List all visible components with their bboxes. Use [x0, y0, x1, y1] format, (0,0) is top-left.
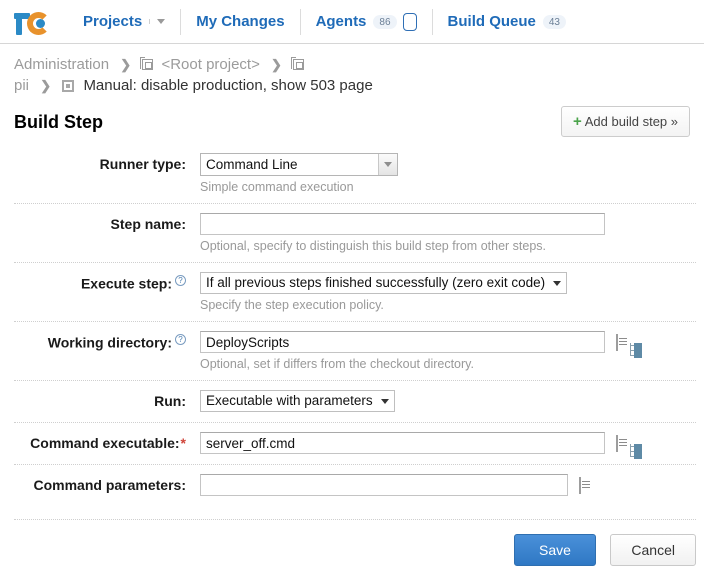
form-row-command-executable: Command executable:* — [14, 423, 696, 465]
agents-empty-badge[interactable] — [402, 12, 417, 31]
required-marker: * — [180, 435, 186, 451]
working-directory-control: Optional, set if differs from the checko… — [200, 331, 696, 371]
execute-step-select[interactable]: If all previous steps finished successfu… — [200, 272, 568, 294]
form-row-run: Run: Executable with parameters — [14, 381, 696, 423]
breadcrumb: Administration ❯ <Root project> ❯ pii ❯ … — [0, 44, 704, 100]
breadcrumb-build-config: Manual: disable production, show 503 pag… — [83, 77, 373, 94]
nav-items: Projects My Changes Agents 86 Build Queu… — [68, 0, 581, 43]
form-row-command-parameters: Command parameters: — [14, 465, 696, 507]
form-row-execute-step: Execute step:? If all previous steps fin… — [14, 263, 696, 322]
help-icon[interactable]: ? — [175, 334, 186, 345]
breadcrumb-separator: ❯ — [271, 57, 282, 72]
chevron-down-icon — [553, 280, 562, 286]
breadcrumb-line-2: pii ❯ Manual: disable production, show 5… — [14, 75, 704, 96]
chevron-down-icon — [157, 19, 166, 24]
execute-step-label: Execute step:? — [14, 272, 200, 292]
working-directory-input[interactable] — [200, 331, 605, 353]
working-directory-hint: Optional, set if differs from the checko… — [200, 357, 474, 371]
command-executable-label-text: Command executable: — [30, 435, 180, 451]
nav-item-agents[interactable]: Agents 86 — [301, 8, 433, 35]
command-parameters-control — [200, 474, 696, 496]
nav-link-agents[interactable]: Agents — [316, 13, 367, 30]
step-name-input[interactable] — [200, 213, 605, 235]
form-row-working-directory: Working directory:? Optional, set if dif… — [14, 322, 696, 381]
nav-link-projects[interactable]: Projects — [83, 13, 142, 30]
runner-type-dropdown-button[interactable] — [378, 154, 397, 175]
runner-type-hint: Simple command execution — [200, 180, 354, 194]
command-executable-control — [200, 432, 696, 459]
nav-item-my-changes[interactable]: My Changes — [181, 8, 301, 35]
command-parameters-input[interactable] — [200, 474, 568, 496]
breadcrumb-project-pii[interactable]: pii — [14, 77, 29, 94]
logo-t-stem — [16, 12, 22, 35]
runner-type-value: Command Line — [206, 157, 298, 172]
nav-link-build-queue[interactable]: Build Queue — [448, 13, 536, 30]
runner-type-control: Command Line Simple command execution — [200, 153, 696, 194]
command-executable-label: Command executable:* — [14, 432, 200, 451]
execute-step-hint: Specify the step execution policy. — [200, 298, 384, 312]
run-select[interactable]: Executable with parameters — [200, 390, 395, 412]
breadcrumb-root-project[interactable]: <Root project> — [161, 56, 259, 73]
project-icon — [291, 57, 305, 70]
build-step-form: Runner type: Command Line Simple command… — [14, 144, 696, 507]
breadcrumb-separator: ❯ — [120, 57, 132, 72]
insert-parameter-icon[interactable] — [615, 333, 627, 351]
step-name-control: Optional, specify to distinguish this bu… — [200, 213, 696, 253]
agents-count-badge: 86 — [373, 14, 397, 29]
form-footer: Save Cancel — [14, 519, 696, 566]
run-control: Executable with parameters — [200, 390, 696, 412]
cancel-button[interactable]: Cancel — [610, 534, 696, 566]
save-button[interactable]: Save — [514, 534, 596, 566]
page-title: Build Step — [14, 112, 103, 132]
help-icon[interactable]: ? — [175, 275, 186, 286]
run-label: Run: — [154, 393, 186, 409]
top-navigation-bar: Projects My Changes Agents 86 Build Queu… — [0, 0, 704, 44]
working-directory-label: Working directory:? — [14, 331, 200, 351]
nav-item-projects[interactable]: Projects — [68, 8, 182, 35]
nav-item-build-queue[interactable]: Build Queue 43 — [433, 9, 581, 35]
chevron-down-icon — [384, 162, 392, 167]
runner-type-label: Runner type: — [99, 156, 186, 172]
page-title-row: Build Step + Add build step » — [0, 100, 704, 144]
form-row-step-name: Step name: Optional, specify to distingu… — [14, 204, 696, 263]
breadcrumb-separator: ❯ — [40, 78, 52, 93]
runner-type-select[interactable]: Command Line — [200, 153, 398, 176]
command-executable-input[interactable] — [200, 432, 605, 454]
teamcity-logo[interactable] — [14, 7, 52, 37]
plus-icon: + — [573, 113, 582, 130]
run-value: Executable with parameters — [206, 393, 373, 408]
logo-c-dot — [36, 18, 45, 28]
execute-step-control: If all previous steps finished successfu… — [200, 272, 696, 312]
breadcrumb-line-1: Administration ❯ <Root project> ❯ — [14, 54, 704, 75]
execute-step-value: If all previous steps finished successfu… — [206, 275, 546, 290]
build-configuration-icon — [62, 80, 75, 92]
insert-parameter-icon[interactable] — [615, 434, 627, 452]
insert-parameter-icon[interactable] — [578, 476, 590, 494]
breadcrumb-administration[interactable]: Administration — [14, 56, 109, 73]
form-row-runner-type: Runner type: Command Line Simple command… — [14, 144, 696, 204]
projects-dropdown-toggle[interactable] — [149, 19, 166, 24]
execute-step-label-text: Execute step: — [80, 275, 172, 292]
project-icon — [140, 57, 154, 70]
step-name-label: Step name: — [110, 216, 186, 232]
add-build-step-button[interactable]: + Add build step » — [561, 106, 690, 137]
step-name-hint: Optional, specify to distinguish this bu… — [200, 239, 547, 253]
chevron-down-icon — [380, 398, 389, 404]
add-build-step-label: Add build step » — [584, 114, 678, 129]
command-parameters-label: Command parameters: — [33, 477, 187, 493]
working-directory-label-text: Working directory: — [47, 334, 172, 351]
build-queue-count-badge: 43 — [542, 14, 566, 29]
nav-link-my-changes[interactable]: My Changes — [196, 13, 284, 30]
